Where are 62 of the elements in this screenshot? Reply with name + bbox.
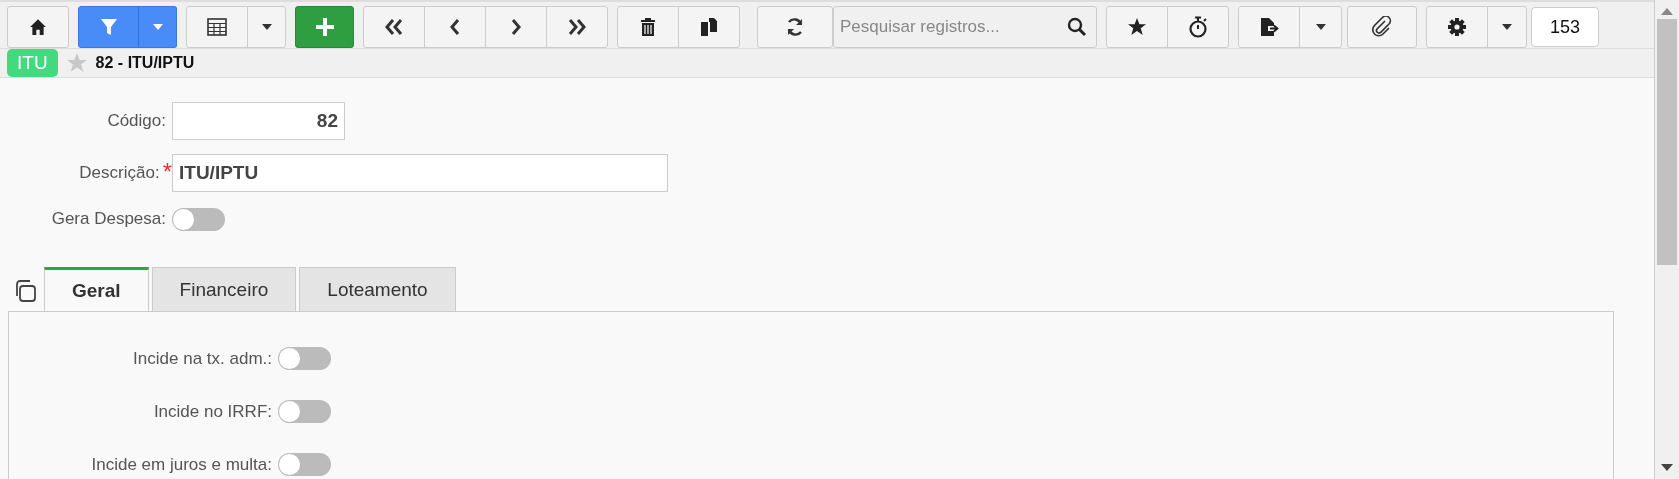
scrollbar[interactable] xyxy=(1654,0,1679,479)
filter-icon xyxy=(100,18,117,36)
field-label: Incide em juros e multa: xyxy=(90,454,273,475)
description-field[interactable]: ITU/IPTU xyxy=(172,154,668,192)
field-label: Código: xyxy=(107,111,166,131)
delete-button[interactable] xyxy=(617,6,679,48)
toggle-switch[interactable] xyxy=(278,347,331,370)
toggle-switch[interactable] xyxy=(278,400,331,423)
caret-icon xyxy=(1502,24,1512,30)
grid-view-button[interactable] xyxy=(186,6,248,48)
field-label: Incide no IRRF: xyxy=(152,401,273,422)
filter-dropdown-button[interactable] xyxy=(138,6,177,48)
export-button[interactable] xyxy=(1238,6,1300,48)
tab[interactable]: Geral xyxy=(44,267,149,311)
refresh-icon xyxy=(785,17,805,37)
toggle-switch[interactable] xyxy=(172,207,225,231)
table-icon xyxy=(207,18,227,36)
copy-icon[interactable] xyxy=(13,279,37,303)
double-chevron-right-icon xyxy=(567,18,587,36)
chevron-right-icon xyxy=(510,18,522,36)
attach-button[interactable] xyxy=(1347,6,1417,48)
caret-icon xyxy=(152,24,163,30)
double-chevron-left-icon xyxy=(384,18,404,36)
plus-icon xyxy=(314,17,335,37)
filter-button[interactable] xyxy=(78,6,139,48)
module-badge: ITU xyxy=(7,49,58,77)
last-record-button[interactable] xyxy=(546,6,608,48)
record-count: 153 xyxy=(1531,7,1599,47)
favorite-star-icon[interactable] xyxy=(65,52,88,74)
required-asterisk: * xyxy=(162,163,172,181)
toggle-switch[interactable] xyxy=(278,453,331,476)
tab[interactable]: Financeiro xyxy=(151,267,297,311)
home-button[interactable] xyxy=(7,6,69,48)
record-title: 82 - ITU/IPTU xyxy=(95,54,195,72)
scrollbar-thumb[interactable] xyxy=(1657,19,1677,265)
caret-icon xyxy=(1315,24,1326,30)
caret-icon xyxy=(261,24,272,30)
trash-icon xyxy=(640,17,656,37)
scroll-up-icon[interactable] xyxy=(1661,8,1673,15)
timer-button[interactable] xyxy=(1167,6,1229,48)
field-label: Gera Despesa: xyxy=(51,209,166,229)
refresh-button[interactable] xyxy=(757,6,833,48)
favorites-button[interactable] xyxy=(1106,6,1168,48)
duplicate-button[interactable] xyxy=(678,6,740,48)
settings-icon xyxy=(1447,17,1467,37)
search-icon xyxy=(1067,17,1087,37)
stopwatch-icon xyxy=(1188,16,1208,38)
scroll-down-icon[interactable] xyxy=(1661,464,1673,471)
code-field[interactable]: 82 xyxy=(172,102,345,140)
home-icon xyxy=(29,18,47,36)
search-field[interactable]: Pesquisar registros... xyxy=(833,6,1097,48)
field-label: Descrição: xyxy=(79,163,160,183)
star-icon xyxy=(1127,17,1147,37)
tab[interactable]: Loteamento xyxy=(299,267,456,311)
copy-icon xyxy=(700,17,718,37)
field-label: Incide na tx. adm.: xyxy=(132,348,273,369)
settings-button[interactable] xyxy=(1426,6,1488,48)
paperclip-icon xyxy=(1371,16,1393,38)
chevron-left-icon xyxy=(449,18,461,36)
file-export-icon xyxy=(1259,17,1279,37)
first-record-button[interactable] xyxy=(363,6,425,48)
add-button[interactable] xyxy=(295,6,354,48)
